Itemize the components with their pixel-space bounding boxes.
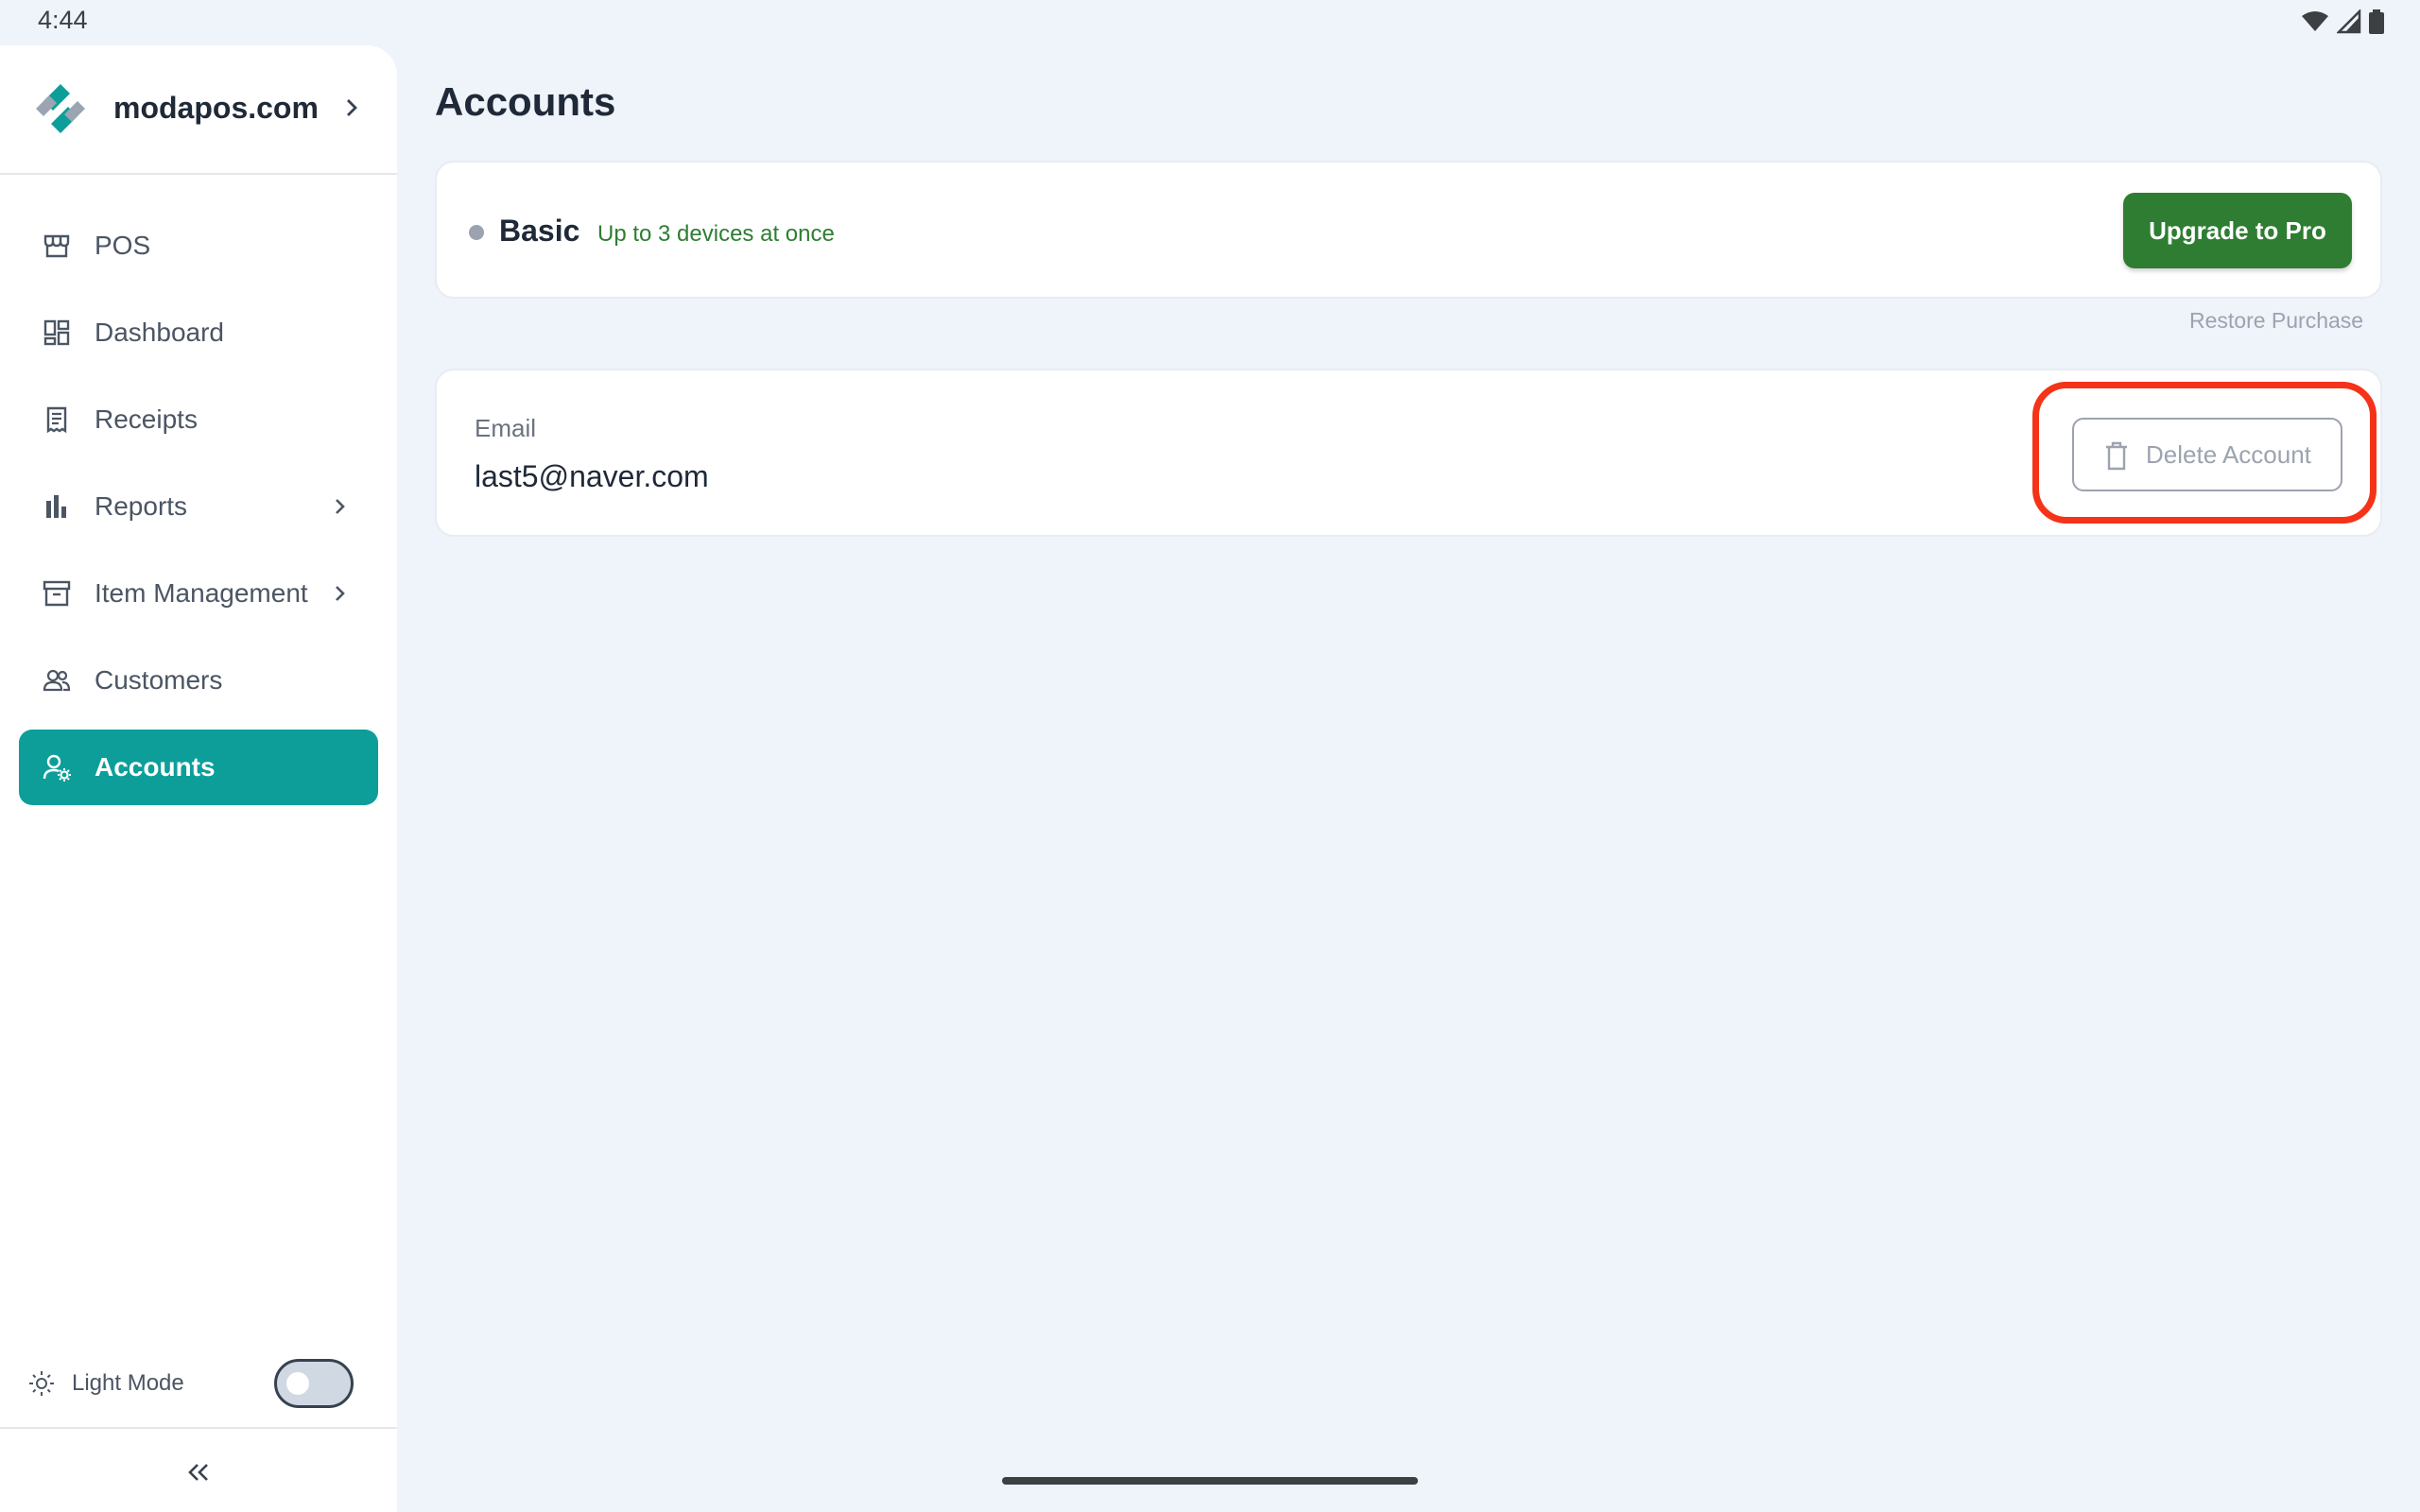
page-title: Accounts [435, 79, 616, 124]
plan-status-dot [469, 225, 484, 240]
email-value: last5@naver.com [475, 459, 709, 493]
dashboard-icon [43, 319, 70, 346]
chevron-right-icon [336, 499, 345, 514]
sidebar-item-customers[interactable]: Customers [19, 643, 378, 718]
sidebar-item-label: POS [95, 231, 151, 260]
double-chevron-left-icon [188, 1464, 208, 1481]
theme-label: Light Mode [72, 1370, 184, 1396]
sidebar: modapos.com POS Dashboard Receipts Repor… [0, 45, 397, 1512]
sidebar-item-label: Customers [95, 665, 223, 695]
battery-icon [2369, 9, 2384, 34]
sun-icon [29, 1371, 54, 1396]
receipt-icon [46, 406, 67, 434]
delete-account-label: Delete Account [2146, 440, 2311, 469]
plan-card: Basic Up to 3 devices at once Upgrade to… [435, 161, 2382, 299]
sidebar-item-label: Accounts [95, 752, 216, 782]
sidebar-item-receipts[interactable]: Receipts [19, 382, 378, 457]
wifi-icon [2302, 11, 2328, 31]
toggle-knob [286, 1372, 309, 1395]
status-bar: 4:44 [0, 0, 2420, 43]
users-icon [43, 669, 71, 692]
bar-chart-icon [46, 495, 66, 518]
sidebar-item-dashboard[interactable]: Dashboard [19, 295, 378, 370]
sidebar-nav: POS Dashboard Receipts Reports Item Mana… [19, 208, 378, 816]
home-indicator[interactable] [1002, 1477, 1418, 1485]
plan-name: Basic [499, 214, 580, 248]
chevron-right-icon [347, 99, 357, 116]
email-label: Email [475, 414, 537, 442]
collapse-sidebar-button[interactable] [0, 1427, 397, 1512]
chevron-right-icon [336, 586, 345, 601]
brand-name: modapos.com [113, 91, 319, 125]
system-icons [2301, 9, 2384, 34]
upgrade-to-pro-button[interactable]: Upgrade to Pro [2123, 193, 2352, 268]
sidebar-item-label: Dashboard [95, 318, 224, 347]
modapos-logo-icon [36, 84, 85, 133]
status-time: 4:44 [38, 6, 88, 34]
theme-toggle-switch[interactable] [274, 1359, 354, 1408]
user-gear-icon [43, 754, 71, 782]
signal-icon [2337, 9, 2361, 34]
account-email-card: Email last5@naver.com Delete Account [435, 369, 2382, 537]
sidebar-item-label: Reports [95, 491, 188, 521]
brand-header[interactable]: modapos.com [0, 45, 397, 175]
sidebar-item-pos[interactable]: POS [19, 208, 378, 284]
archive-icon [43, 580, 71, 607]
sidebar-item-item-management[interactable]: Item Management [19, 556, 378, 631]
sidebar-item-label: Item Management [95, 578, 308, 608]
restore-purchase-link[interactable]: Restore Purchase [2189, 308, 2363, 334]
sidebar-item-reports[interactable]: Reports [19, 469, 378, 544]
theme-toggle-row: Light Mode [0, 1349, 397, 1416]
plan-description: Up to 3 devices at once [597, 221, 835, 247]
sidebar-item-label: Receipts [95, 404, 198, 434]
store-icon [43, 234, 70, 258]
trash-icon [2106, 441, 2127, 471]
sidebar-item-accounts[interactable]: Accounts [19, 730, 378, 805]
delete-account-button[interactable]: Delete Account [2072, 418, 2342, 491]
